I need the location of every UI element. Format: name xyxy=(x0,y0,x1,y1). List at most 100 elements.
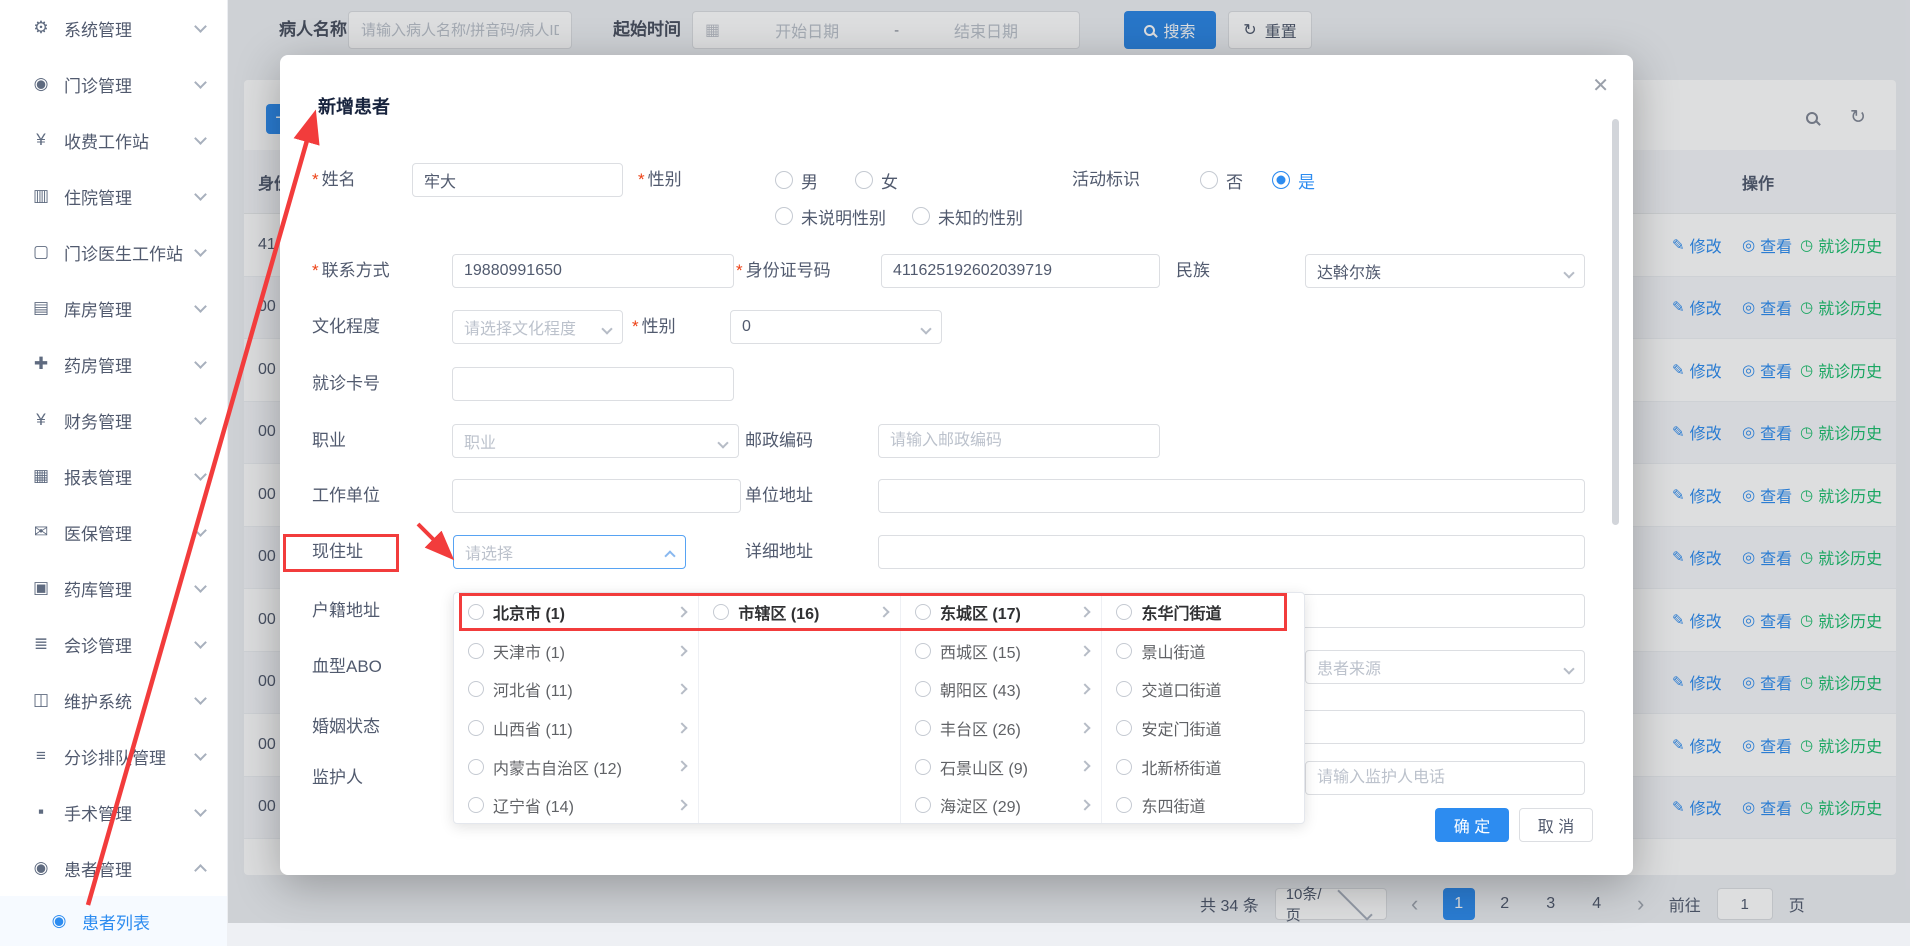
sidebar-item[interactable]: ✉ 医保管理 xyxy=(0,504,227,560)
radio-icon xyxy=(468,759,484,775)
chevron-right-icon xyxy=(677,761,688,772)
sidebar-item[interactable]: ▦ 报表管理 xyxy=(0,448,227,504)
chevron-down-icon xyxy=(601,323,612,334)
cascader-option[interactable]: 山西省 (11) xyxy=(454,709,698,748)
sidebar-item[interactable]: ≡ 分诊排队管理 xyxy=(0,728,227,784)
radio-icon xyxy=(915,643,931,659)
radio-active-yes[interactable]: 是 xyxy=(1272,163,1315,197)
sidebar-item[interactable]: ¥ 收费工作站 xyxy=(0,112,227,168)
patient-source-select[interactable]: 患者来源 xyxy=(1305,650,1585,684)
detail-address-input[interactable] xyxy=(878,535,1585,569)
chevron-down-icon xyxy=(194,300,207,313)
current-address-select[interactable]: 请选择 xyxy=(453,535,686,569)
chevron-down-icon xyxy=(194,524,207,537)
chevron-down-icon xyxy=(194,244,207,257)
sidebar-item-label: 财务管理 xyxy=(64,408,196,433)
active-flag-label: 活动标识 xyxy=(1072,163,1140,197)
cascader-option[interactable]: 石景山区 (9) xyxy=(901,747,1102,786)
unit-address-label: 单位地址 xyxy=(745,479,813,513)
chevron-down-icon xyxy=(1563,267,1574,278)
work-unit-input[interactable] xyxy=(452,479,741,513)
radio-gender-unknown[interactable]: 未知的性别 xyxy=(912,199,1023,233)
education-select[interactable]: 请选择文化程度 xyxy=(452,310,623,344)
chevron-down-icon xyxy=(194,636,207,649)
sidebar-item[interactable]: ▣ 药库管理 xyxy=(0,560,227,616)
cascader-column-city: 市辖区 (16) xyxy=(699,593,901,823)
radio-gender-unstated[interactable]: 未说明性别 xyxy=(775,199,886,233)
contact-input[interactable] xyxy=(452,254,734,288)
chevron-down-icon xyxy=(920,323,931,334)
cascader-option[interactable]: 北京市 (1) xyxy=(454,593,698,632)
cascader-option[interactable]: 景山街道 xyxy=(1102,632,1304,671)
modal-scrollbar[interactable] xyxy=(1612,119,1619,525)
name-input[interactable] xyxy=(412,163,623,197)
cascader-option[interactable]: 东华门街道 xyxy=(1102,593,1304,632)
sidebar-item-label: 维护系统 xyxy=(64,688,196,713)
occupation-select[interactable]: 职业 xyxy=(452,424,739,458)
chevron-right-icon xyxy=(677,799,688,810)
radio-icon xyxy=(912,207,930,225)
sidebar-item-patient-list[interactable]: ◉ 患者列表 xyxy=(0,896,227,946)
work-unit-label: 工作单位 xyxy=(312,479,380,513)
sidebar-item[interactable]: ▥ 住院管理 xyxy=(0,168,227,224)
sidebar-item[interactable]: ⚙ 系统管理 xyxy=(0,0,227,56)
postal-input[interactable] xyxy=(878,424,1160,458)
cascader-option[interactable]: 市辖区 (16) xyxy=(699,593,900,632)
cascader-option[interactable]: 安定门街道 xyxy=(1102,709,1304,748)
cascader-option[interactable]: 交道口街道 xyxy=(1102,670,1304,709)
cascader-option[interactable]: 丰台区 (26) xyxy=(901,709,1102,748)
cascader-option[interactable]: 朝阳区 (43) xyxy=(901,670,1102,709)
radio-icon xyxy=(1116,681,1132,697)
gender-label: *性别 xyxy=(638,163,682,197)
chevron-right-icon xyxy=(1080,684,1091,695)
radio-icon xyxy=(1116,720,1132,736)
close-icon[interactable]: ✕ xyxy=(1592,73,1609,98)
sidebar-item-label: 住院管理 xyxy=(64,184,196,209)
menu-icon: ¥ xyxy=(30,410,52,430)
radio-active-no[interactable]: 否 xyxy=(1200,163,1243,197)
sidebar-item[interactable]: ▢ 门诊医生工作站 xyxy=(0,224,227,280)
menu-icon: ⚙ xyxy=(30,18,52,38)
cascader-option[interactable]: 西城区 (15) xyxy=(901,632,1102,671)
cascader-option[interactable]: 河北省 (11) xyxy=(454,670,698,709)
ethnicity-select[interactable]: 达斡尔族 xyxy=(1305,254,1585,288)
menu-icon: ▢ xyxy=(30,242,52,262)
sidebar-item[interactable]: ✚ 药房管理 xyxy=(0,336,227,392)
patient-list-icon: ◉ xyxy=(48,911,70,931)
sidebar-item[interactable]: ¥ 财务管理 xyxy=(0,392,227,448)
radio-icon xyxy=(1116,604,1132,620)
sidebar-item[interactable]: ≣ 会诊管理 xyxy=(0,616,227,672)
radio-female[interactable]: 女 xyxy=(855,163,898,197)
chevron-down-icon xyxy=(717,437,728,448)
cancel-button[interactable]: 取 消 xyxy=(1519,808,1593,842)
guardian-phone-input[interactable] xyxy=(1305,761,1585,795)
cascader-column-district: 东城区 (17) 西城区 (15) 朝阳区 (43) 丰台区 (26) 石景山区… xyxy=(901,593,1103,823)
cascader-option[interactable]: 东城区 (17) xyxy=(901,593,1102,632)
gender2-select[interactable]: 0 xyxy=(730,310,942,344)
sidebar-item-label: 药房管理 xyxy=(64,352,196,377)
cascader-option[interactable]: 海淀区 (29) xyxy=(901,786,1102,823)
cascader-option[interactable]: 辽宁省 (14) xyxy=(454,786,698,823)
unit-address-input[interactable] xyxy=(878,479,1585,513)
radio-icon xyxy=(775,207,793,225)
confirm-button[interactable]: 确 定 xyxy=(1435,808,1509,842)
chevron-right-icon xyxy=(677,722,688,733)
sidebar-item[interactable]: ◉ 患者管理 xyxy=(0,840,227,896)
sidebar-item[interactable]: ◉ 门诊管理 xyxy=(0,56,227,112)
sidebar-item[interactable]: ◫ 维护系统 xyxy=(0,672,227,728)
current-address-label: 现住址 xyxy=(312,535,363,569)
cascader-option[interactable]: 东四街道 xyxy=(1102,786,1304,823)
chevron-down-icon xyxy=(194,468,207,481)
radio-male[interactable]: 男 xyxy=(775,163,818,197)
idcard-input[interactable] xyxy=(881,254,1160,288)
sidebar-item[interactable]: ▤ 库房管理 xyxy=(0,280,227,336)
chevron-right-icon xyxy=(677,645,688,656)
cascader-option[interactable]: 北新桥街道 xyxy=(1102,747,1304,786)
card-no-input[interactable] xyxy=(452,367,734,401)
cascader-option[interactable]: 内蒙古自治区 (12) xyxy=(454,747,698,786)
cascader-option[interactable]: 天津市 (1) xyxy=(454,632,698,671)
radio-icon xyxy=(468,643,484,659)
sidebar-item[interactable]: ▪ 手术管理 xyxy=(0,784,227,840)
chevron-right-icon xyxy=(1080,761,1091,772)
sidebar-item-label: 会诊管理 xyxy=(64,632,196,657)
